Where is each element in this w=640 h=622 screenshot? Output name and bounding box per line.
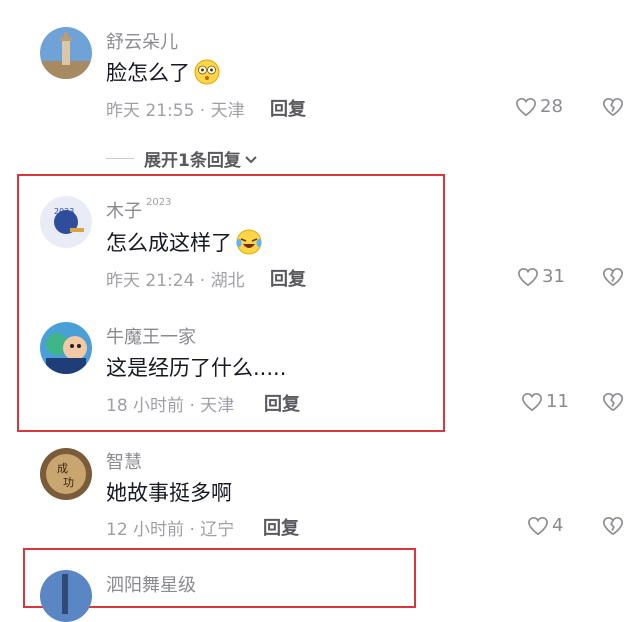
like-button[interactable]: 31 [517,266,565,287]
comment-meta: 昨天 21:24 · 湖北 [106,271,245,291]
reply-button[interactable]: 回复 [270,95,306,121]
comment-text: 脸怎么了 [106,57,220,87]
comment-username[interactable]: 木子 2023 [106,197,171,223]
comment-meta: 昨天 21:55 · 天津 [106,101,245,121]
svg-text:功: 功 [63,476,74,489]
like-button[interactable]: 4 [527,515,563,536]
heart-icon [516,97,536,116]
dislike-button[interactable] [602,516,624,538]
comment-text: 怎么成这样了 [106,227,262,257]
avatar[interactable]: 2023 [40,196,92,248]
heart-icon [518,267,538,286]
dislike-button[interactable] [602,267,624,289]
like-count: 11 [546,391,569,412]
year-badge: 2023 [146,197,172,208]
dislike-button[interactable] [602,392,624,414]
dislike-button[interactable] [602,97,624,119]
svg-text:成: 成 [57,462,68,475]
divider [106,158,134,159]
flushed-emoji-icon [194,59,220,85]
comment-text: 这是经历了什么..... [106,356,287,380]
reply-button[interactable]: 回复 [270,265,306,291]
expand-replies-button[interactable]: 展开1条回复 [106,146,259,171]
like-button[interactable]: 28 [515,96,563,117]
avatar[interactable] [40,570,92,622]
laughing-tears-emoji-icon [236,229,262,255]
avatar[interactable] [40,322,92,374]
like-count: 4 [552,515,564,536]
reply-button[interactable]: 回复 [263,514,299,540]
avatar[interactable]: 成 功 [40,448,92,500]
broken-heart-icon [603,393,623,411]
comment-meta: 12 小时前 · 辽宁 [106,520,235,540]
heart-icon [528,516,548,535]
like-count: 28 [540,96,563,117]
comment-username[interactable]: 舒云朵儿 [106,28,178,54]
comment-text: 她故事挺多啊 [106,481,232,505]
heart-icon [522,392,542,411]
svg-text:2023: 2023 [54,207,74,216]
like-button[interactable]: 11 [521,391,569,412]
broken-heart-icon [603,268,623,286]
broken-heart-icon [603,98,623,116]
avatar[interactable] [40,27,92,79]
reply-button[interactable]: 回复 [264,390,300,416]
like-count: 31 [542,266,565,287]
chevron-down-icon [245,155,257,163]
comment-username[interactable]: 牛魔王一家 [106,323,196,349]
comment-username[interactable]: 泗阳舞星级 [106,571,196,597]
broken-heart-icon [603,517,623,535]
comment-username[interactable]: 智慧 [106,448,142,474]
comment-meta: 18 小时前 · 天津 [106,396,235,416]
